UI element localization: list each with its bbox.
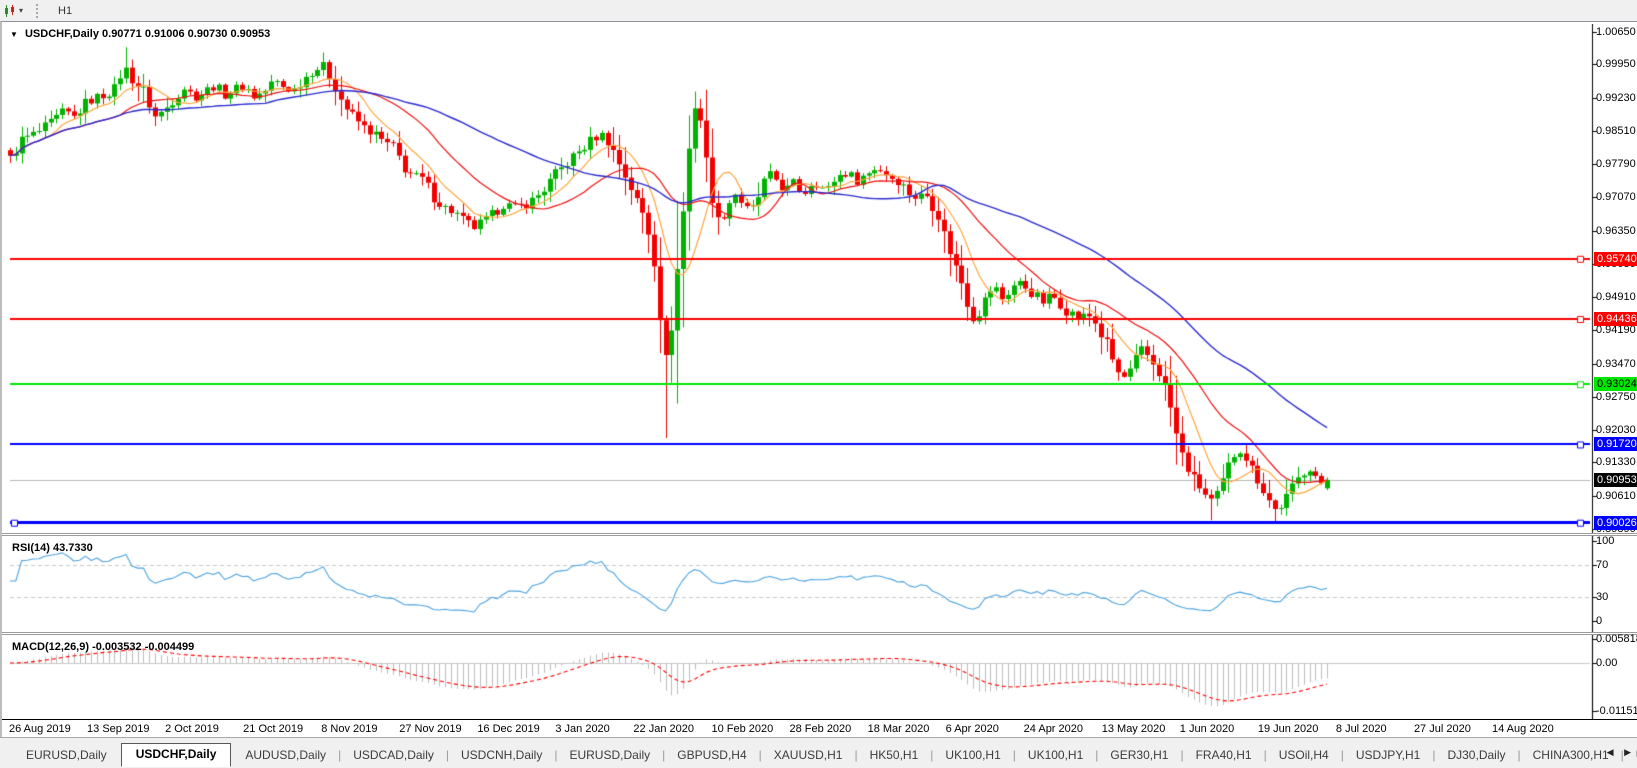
time-axis-label: 24 Apr 2020 [1023, 723, 1084, 735]
price-axis-tick-label: 1.00650 [1596, 26, 1636, 38]
mt4-window: ▾ M1M5M15M30H1H4D1W1MN ▼ USDCHF,Daily 0.… [0, 0, 1637, 768]
tab-usdcnh-daily[interactable]: USDCNH,Daily [449, 745, 554, 766]
chevron-down-icon: ▾ [19, 6, 24, 15]
price-axis-tick-label: 0.94190 [1596, 324, 1636, 337]
time-axis-label: 19 Jun 2020 [1257, 723, 1319, 735]
rsi-indicator-label: RSI(14) 43.7330 [12, 542, 93, 554]
current-price-label: 0.90953 [1594, 472, 1637, 487]
price-axis-tick-label: 0.99230 [1596, 91, 1636, 104]
time-axis-label: 27 Jul 2020 [1413, 723, 1471, 735]
level-price-label: 0.94436 [1594, 312, 1637, 327]
tab-uk100-h1[interactable]: UK100,H1 [1016, 745, 1095, 766]
time-axis-label: 8 Jul 2020 [1335, 723, 1387, 735]
time-axis-label: 13 May 2020 [1101, 723, 1166, 735]
price-axis-tick-label: 0.97070 [1596, 191, 1636, 204]
time-axis-label: 16 Dec 2019 [477, 723, 540, 735]
time-axis-label: 27 Nov 2019 [399, 723, 462, 735]
rsi-name: RSI(14) [12, 542, 50, 554]
macd-panel-canvas[interactable] [2, 635, 1637, 719]
rsi-axis-label: 100 [1596, 535, 1615, 547]
rsi-value: 43.7330 [52, 542, 93, 554]
rsi-axis-label: 70 [1596, 559, 1609, 571]
timeframe-toolbar: ▾ M1M5M15M30H1H4D1W1MN [0, 0, 1637, 97]
tab-scroll-left-icon[interactable]: ◀ [1607, 747, 1614, 757]
price-axis-tick-label: 0.90610 [1596, 489, 1636, 502]
main-chart-canvas[interactable] [2, 24, 1637, 533]
tab-usoil-h4[interactable]: USOil,H4 [1267, 745, 1341, 766]
level-price-label: 0.91720 [1594, 437, 1637, 452]
chart-window: ▼ USDCHF,Daily 0.90771 0.91006 0.90730 0… [0, 21, 1637, 737]
tab-usdjpy-h1[interactable]: USDJPY,H1 [1344, 745, 1432, 766]
chart-tabs: EURUSD,Daily USDCHF,Daily AUDUSD,Daily | USD… [14, 742, 1637, 767]
price-axis-tick-label: 0.92750 [1596, 390, 1636, 403]
macd-axis-label: 0.005818 [1596, 632, 1637, 645]
candlestick-chart-icon [5, 4, 14, 17]
panel-separator[interactable] [2, 533, 1637, 536]
tab-usdcad-daily[interactable]: USDCAD,Daily [341, 745, 446, 766]
time-axis-label: 21 Oct 2019 [243, 723, 304, 735]
tab-dj30-daily[interactable]: DJ30,Daily [1435, 745, 1517, 766]
time-axis-label: 26 Aug 2019 [9, 723, 71, 735]
time-axis-label: 14 Aug 2020 [1492, 723, 1554, 735]
time-axis-label: 6 Apr 2020 [945, 723, 999, 735]
tab-hk50-h1[interactable]: HK50,H1 [858, 745, 931, 766]
tab-uk100-h1[interactable]: UK100,H1 [933, 745, 1012, 766]
price-axis-tick-label: 0.97790 [1596, 158, 1636, 171]
time-axis-label: 8 Nov 2019 [321, 723, 378, 735]
level-price-label: 0.95740 [1594, 251, 1637, 266]
price-axis-tick-label: 0.91330 [1596, 456, 1636, 469]
time-axis-label: 28 Feb 2020 [789, 723, 852, 735]
toolbar-grip[interactable] [36, 3, 42, 18]
tab-audusd-daily[interactable]: AUDUSD,Daily [233, 745, 338, 766]
tab-xauusd-h1[interactable]: XAUUSD,H1 [762, 745, 855, 766]
time-axis-label: 10 Feb 2020 [711, 723, 774, 735]
price-axis-tick-label: 0.99950 [1596, 58, 1636, 71]
time-axis[interactable]: 26 Aug 2019 13 Sep 2019 2 Oct 2019 21 Oct 2… [2, 719, 1637, 739]
tab-ger30-h1[interactable]: GER30,H1 [1098, 745, 1180, 766]
time-axis-label: 1 Jun 2020 [1179, 723, 1235, 735]
chart-menu-icon[interactable]: ▼ [10, 30, 18, 39]
macd-indicator-label: MACD(12,26,9) -0.003532 -0.004499 [12, 641, 194, 653]
price-axis-tick-label: 0.94910 [1596, 291, 1636, 304]
chart-title-ohlc: 0.90771 0.91006 0.90730 0.90953 [102, 28, 271, 40]
price-axis-tick-label: 0.92030 [1596, 424, 1636, 437]
level-price-label: 0.90026 [1594, 515, 1637, 530]
time-axis-label: 18 Mar 2020 [867, 723, 930, 735]
price-axis-tick-label: 0.96350 [1596, 224, 1636, 237]
tab-scroll-controls: ◀ ▶ [1599, 747, 1631, 758]
macd-axis-label: -0.01151 [1596, 704, 1637, 717]
macd-axis-label: 0.00 [1596, 657, 1618, 669]
time-axis-label: 3 Jan 2020 [555, 723, 610, 735]
tab-fra40-h1[interactable]: FRA40,H1 [1184, 745, 1264, 766]
chart-title-symbol: USDCHF,Daily [24, 28, 99, 40]
macd-name: MACD(12,26,9) [12, 641, 90, 653]
level-price-label: 0.93024 [1594, 377, 1637, 392]
tab-eurusd-daily[interactable]: EURUSD,Daily [557, 745, 662, 766]
time-axis-label: 2 Oct 2019 [165, 723, 219, 735]
rsi-axis-label: 30 [1596, 591, 1609, 603]
chart-tools-icon[interactable]: ▾ [0, 2, 26, 20]
time-axis-label: 13 Sep 2019 [87, 723, 150, 735]
macd-signal-value: -0.004499 [144, 641, 195, 653]
price-axis-tick-label: 0.93470 [1596, 357, 1636, 370]
chart-tab-bar: EURUSD,Daily USDCHF,Daily AUDUSD,Daily | USD… [0, 737, 1637, 768]
time-axis-label: 22 Jan 2020 [633, 723, 694, 735]
tab-scroll-right-icon[interactable]: ▶ [1624, 747, 1631, 757]
chart-title: ▼ USDCHF,Daily 0.90771 0.91006 0.90730 0… [10, 28, 270, 40]
tab-usdchf-daily[interactable]: USDCHF,Daily [120, 743, 232, 767]
panel-separator[interactable] [2, 632, 1637, 635]
rsi-panel-canvas[interactable] [2, 536, 1637, 632]
rsi-axis-label: 0 [1596, 615, 1603, 627]
macd-main-value: -0.003532 [92, 641, 142, 653]
price-axis-tick-label: 0.98510 [1596, 124, 1636, 137]
timeframe-button-h1[interactable]: H1 [49, 1, 88, 21]
tab-gbpusd-h4[interactable]: GBPUSD,H4 [665, 745, 758, 766]
tab-eurusd-daily[interactable]: EURUSD,Daily [14, 745, 119, 766]
